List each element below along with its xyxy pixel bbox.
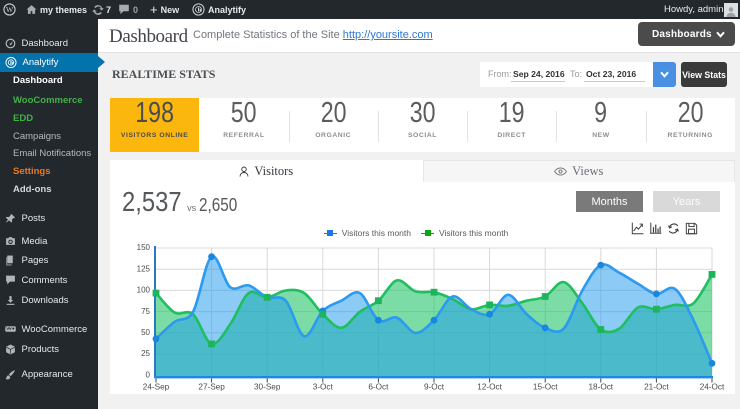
svg-text:W: W <box>6 5 14 14</box>
